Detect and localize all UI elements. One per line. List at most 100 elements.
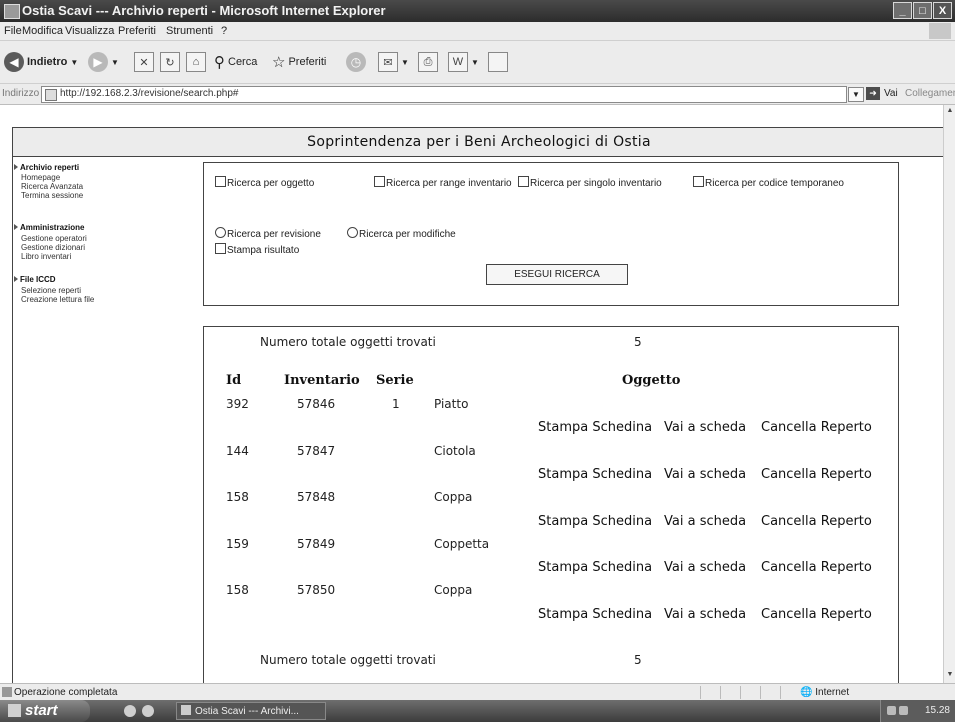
- checkbox-ricerca-range-inventario[interactable]: Ricerca per range inventario: [374, 176, 512, 189]
- links-toolbar[interactable]: Collegamenti: [905, 88, 955, 99]
- checkbox-stampa-risultato[interactable]: Stampa risultato: [215, 243, 299, 256]
- radio-circle[interactable]: [347, 227, 358, 238]
- maximize-button[interactable]: □: [913, 2, 932, 19]
- radio-ricerca-revisione[interactable]: Ricerca per revisione: [215, 227, 321, 240]
- checkbox-box[interactable]: [518, 176, 529, 187]
- chevron-down-icon: ▼: [70, 57, 79, 67]
- refresh-button[interactable]: ↻: [160, 50, 180, 74]
- address-field[interactable]: http://192.168.2.3/revisione/search.php#: [41, 86, 847, 103]
- go-to-card-link[interactable]: Vai a scheda: [664, 420, 746, 435]
- search-options-panel: Ricerca per oggetto Ricerca per range in…: [203, 162, 899, 306]
- chevron-down-icon: ▼: [471, 57, 479, 67]
- sidebar-item-creazione-lettura-file[interactable]: Creazione lettura file: [21, 295, 94, 304]
- stop-button[interactable]: ✕: [134, 50, 154, 74]
- cell-id: 144: [226, 444, 249, 458]
- sidebar-item-gestione-operatori[interactable]: Gestione operatori: [21, 234, 87, 243]
- menu-help[interactable]: ?: [221, 25, 227, 37]
- sidebar-item-termina-sessione[interactable]: Termina sessione: [21, 191, 83, 200]
- discuss-button[interactable]: [488, 50, 508, 74]
- favorites-button[interactable]: ☆ Preferiti: [272, 50, 326, 74]
- search-button[interactable]: ⚲ Cerca: [214, 50, 257, 74]
- total-value: 5: [634, 335, 642, 349]
- search-icon: ⚲: [214, 54, 225, 71]
- sidebar-item-libro-inventari[interactable]: Libro inventari: [21, 252, 71, 261]
- print-card-link[interactable]: Stampa Schedina: [538, 560, 652, 575]
- taskbar: start Ostia Scavi --- Archivi... 15.28: [0, 700, 955, 722]
- volume-icon[interactable]: [899, 706, 908, 715]
- print-button[interactable]: ⎙: [418, 50, 438, 74]
- windows-logo-icon: [8, 704, 21, 717]
- radio-circle[interactable]: [215, 227, 226, 238]
- cell-oggetto: Coppetta: [434, 537, 490, 551]
- scroll-up-icon[interactable]: ▲: [945, 107, 955, 117]
- close-button[interactable]: X: [933, 2, 952, 19]
- checkbox-ricerca-oggetto[interactable]: Ricerca per oggetto: [215, 176, 314, 189]
- checkbox-box[interactable]: [693, 176, 704, 187]
- print-card-link[interactable]: Stampa Schedina: [538, 467, 652, 482]
- taskbar-window-button[interactable]: Ostia Scavi --- Archivi...: [176, 702, 326, 720]
- tray-icon[interactable]: [887, 706, 896, 715]
- delete-item-link[interactable]: Cancella Reperto: [761, 420, 872, 435]
- globe-icon: 🌐: [800, 687, 813, 698]
- page-viewport: Soprintendenza per i Beni Archeologici d…: [0, 105, 943, 683]
- delete-item-link[interactable]: Cancella Reperto: [761, 514, 872, 529]
- printer-icon: ⎙: [418, 52, 438, 72]
- go-to-card-link[interactable]: Vai a scheda: [664, 560, 746, 575]
- execute-search-button[interactable]: ESEGUI RICERCA: [486, 264, 628, 285]
- sidebar-section-file-iccd[interactable]: File ICCD: [14, 275, 56, 284]
- total-value-footer: 5: [634, 653, 642, 667]
- start-button[interactable]: start: [0, 700, 90, 722]
- menu-file[interactable]: File: [4, 25, 22, 37]
- vertical-scrollbar[interactable]: ▲ ▼: [943, 105, 955, 683]
- sidebar-item-gestione-dizionari[interactable]: Gestione dizionari: [21, 243, 85, 252]
- checkbox-ricerca-codice-temporaneo[interactable]: Ricerca per codice temporaneo: [693, 176, 844, 189]
- minimize-button[interactable]: _: [893, 2, 912, 19]
- edit-button[interactable]: W ▼: [448, 50, 479, 74]
- home-button[interactable]: ⌂: [186, 50, 206, 74]
- sidebar-section-amministrazione[interactable]: Amministrazione: [14, 223, 84, 232]
- quicklaunch-ie-icon[interactable]: [124, 705, 136, 717]
- checkbox-box[interactable]: [215, 176, 226, 187]
- print-card-link[interactable]: Stampa Schedina: [538, 607, 652, 622]
- sidebar-item-ricerca-avanzata[interactable]: Ricerca Avanzata: [21, 182, 83, 191]
- menu-strumenti[interactable]: Strumenti: [166, 25, 213, 37]
- cell-id: 392: [226, 397, 249, 411]
- go-to-card-link[interactable]: Vai a scheda: [664, 607, 746, 622]
- mail-button[interactable]: ✉ ▼: [378, 50, 409, 74]
- sidebar-item-homepage[interactable]: Homepage: [21, 173, 60, 182]
- delete-item-link[interactable]: Cancella Reperto: [761, 467, 872, 482]
- sidebar-nav: Archivio reperti Homepage Ricerca Avanza…: [13, 157, 168, 683]
- address-dropdown-button[interactable]: ▼: [848, 87, 864, 102]
- delete-item-link[interactable]: Cancella Reperto: [761, 607, 872, 622]
- go-arrow-icon[interactable]: ➜: [866, 87, 880, 100]
- print-card-link[interactable]: Stampa Schedina: [538, 514, 652, 529]
- go-to-card-link[interactable]: Vai a scheda: [664, 467, 746, 482]
- menu-modifica[interactable]: Modifica: [22, 25, 63, 37]
- checkbox-box[interactable]: [215, 243, 226, 254]
- radio-ricerca-modifiche[interactable]: Ricerca per modifiche: [347, 227, 456, 240]
- sidebar-section-archivio[interactable]: Archivio reperti: [14, 163, 79, 172]
- scroll-down-icon[interactable]: ▼: [945, 671, 955, 681]
- sidebar-item-selezione-reperti[interactable]: Selezione reperti: [21, 286, 81, 295]
- go-button[interactable]: Vai: [884, 88, 898, 99]
- back-arrow-icon: ◀: [4, 52, 24, 72]
- star-icon: ☆: [272, 54, 286, 71]
- menu-visualizza[interactable]: Visualizza: [65, 25, 114, 37]
- go-to-card-link[interactable]: Vai a scheda: [664, 514, 746, 529]
- refresh-icon: ↻: [160, 52, 180, 72]
- quicklaunch-desktop-icon[interactable]: [142, 705, 154, 717]
- page-header: Soprintendenza per i Beni Archeologici d…: [13, 128, 943, 157]
- menu-preferiti[interactable]: Preferiti: [118, 25, 156, 37]
- forward-button[interactable]: ▶ ▼: [88, 50, 119, 74]
- history-button[interactable]: ◷: [346, 50, 366, 74]
- back-button[interactable]: ◀ Indietro ▼: [4, 50, 78, 74]
- ie-app-icon[interactable]: [4, 4, 20, 19]
- cell-inventario: 57849: [297, 537, 336, 551]
- column-header-oggetto: Oggetto: [622, 373, 681, 388]
- checkbox-ricerca-singolo-inventario[interactable]: Ricerca per singolo inventario: [518, 176, 662, 189]
- print-card-link[interactable]: Stampa Schedina: [538, 420, 652, 435]
- checkbox-box[interactable]: [374, 176, 385, 187]
- delete-item-link[interactable]: Cancella Reperto: [761, 560, 872, 575]
- cell-inventario: 57846: [297, 397, 336, 411]
- address-url[interactable]: http://192.168.2.3/revisione/search.php#: [60, 88, 238, 99]
